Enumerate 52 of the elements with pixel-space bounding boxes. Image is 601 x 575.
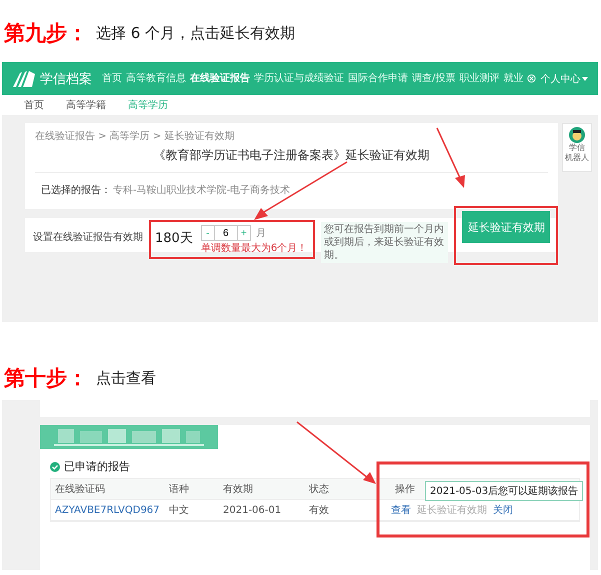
nav-tab[interactable]: 在线验证报告 [190,62,250,95]
extend-button[interactable]: 延长验证有效期 [462,211,550,243]
table-cell-text: 中文 [168,504,190,517]
user-icon [527,74,536,83]
column-header: 操作 [394,483,415,496]
robot-label: 学信 [569,143,586,153]
section-title: 已申请的报告 [64,459,130,474]
column-header: 状态 [308,482,330,496]
column-header: 在线验证码 [54,482,106,496]
caret-icon [582,76,588,80]
step-label: 第九步： [4,19,88,47]
nav-tab[interactable]: 首页 [102,62,122,95]
book-logo-icon [12,70,36,88]
selected-report: 专科-马鞍山职业技术学院-电子商务技术 [113,184,290,197]
sub-nav-tab[interactable]: 首页 [24,98,44,112]
info-note: 您可在报告到期前一个月内或到期后，来延长验证有效期。 [321,222,448,263]
sub-nav-tab[interactable]: 高等学历 [128,98,168,112]
annotation-arrow [436,128,465,188]
nav-tab[interactable]: 职业测评 [459,62,500,95]
step-instruction: 选择 6 个月，点击延长有效期 [96,24,296,42]
column-header: 语种 [168,482,190,496]
step-label: 第十步： [4,364,88,392]
robot-label: 机器人 [565,153,590,163]
nav-tab[interactable]: 国际合作申请 [348,62,408,95]
nav-tab[interactable]: 高等教育信息 [126,62,186,95]
column-header: 有效期 [222,482,254,496]
validity-days: 180天 [155,229,193,255]
robot-widget[interactable]: 学信 机器人 [562,123,592,172]
nav-tab[interactable]: 学历认证与成绩验证 [254,62,344,95]
user-menu[interactable]: 个人中心 [540,72,588,86]
unit-label: 月 [256,227,266,240]
logo-text: 学信档案 [40,70,92,88]
check-icon [50,462,60,472]
tooltip: 2021-05-03后您可以延期该报告 [425,481,584,501]
action-link[interactable]: 查看 [391,503,411,517]
nav-tab[interactable]: 就业 [503,62,524,95]
sub-nav-tab[interactable]: 高等学籍 [66,98,106,112]
table-cell-text: 2021-06-01 [222,504,282,516]
page-title: 《教育部学历证书电子注册备案表》延长验证有效期 [152,147,431,164]
plus-button[interactable]: + [236,225,251,241]
code-link[interactable]: AZYAVBE7RLVQD967 [51,504,165,516]
step-instruction: 点击查看 [96,368,156,388]
minus-button[interactable]: - [200,225,215,241]
robot-avatar-icon [569,127,586,143]
limit-hint: 单调数量最大为6个月！ [200,242,308,255]
validity-label: 设置在线验证报告有效期 [33,230,143,244]
month-field[interactable]: 6 [214,225,237,241]
table-cell-text: 有效 [308,504,330,517]
nav-tab[interactable]: 调查/投票 [412,62,456,95]
breadcrumb: 在线验证报告 > 高等学历 > 延长验证有效期 [35,130,236,143]
action-link[interactable]: 关闭 [493,503,513,517]
selected-report-label: 已选择的报告： [41,184,111,197]
